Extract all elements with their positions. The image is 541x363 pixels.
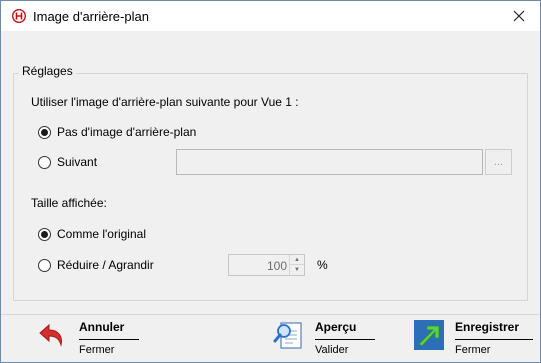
radio-next-background[interactable]: Suivant bbox=[38, 155, 97, 169]
scale-value[interactable]: 100 bbox=[267, 259, 287, 273]
save-title[interactable]: Enregistrer bbox=[455, 320, 519, 334]
save-button[interactable]: Enregistrer Fermer bbox=[413, 319, 538, 359]
preview-subtitle[interactable]: Valider bbox=[315, 344, 348, 356]
spin-up-icon[interactable]: ▲ bbox=[290, 255, 304, 265]
cancel-title[interactable]: Annuler bbox=[79, 320, 124, 334]
preview-document-icon bbox=[273, 319, 305, 351]
radio-size-original-indicator[interactable] bbox=[38, 227, 51, 241]
preview-button[interactable]: Aperçu Valider bbox=[273, 319, 383, 359]
spin-down-icon[interactable]: ▼ bbox=[290, 265, 304, 275]
radio-size-scale-indicator[interactable] bbox=[38, 258, 51, 272]
preview-rule bbox=[315, 339, 375, 340]
radio-size-scale[interactable]: Réduire / Agrandir bbox=[38, 258, 154, 272]
save-subtitle[interactable]: Fermer bbox=[455, 344, 490, 356]
cancel-subtitle[interactable]: Fermer bbox=[79, 344, 114, 356]
cancel-rule bbox=[79, 339, 139, 340]
radio-size-original-label[interactable]: Comme l'original bbox=[57, 227, 146, 241]
background-file-field[interactable] bbox=[176, 149, 483, 175]
radio-size-original[interactable]: Comme l'original bbox=[38, 227, 146, 241]
radio-size-scale-label[interactable]: Réduire / Agrandir bbox=[57, 258, 154, 272]
radio-no-background-label[interactable]: Pas d'image d'arrière-plan bbox=[57, 125, 196, 139]
scale-unit: % bbox=[317, 258, 328, 272]
footer-divider bbox=[1, 314, 540, 315]
cancel-button[interactable]: Annuler Fermer bbox=[37, 319, 147, 359]
background-prompt-label: Utiliser l'image d'arrière-plan suivante… bbox=[31, 95, 299, 109]
close-button[interactable] bbox=[504, 2, 534, 30]
radio-next-background-indicator[interactable] bbox=[38, 155, 51, 169]
radio-no-background-indicator[interactable] bbox=[38, 125, 51, 139]
title-bar: Image d'arrière-plan bbox=[1, 1, 540, 31]
save-arrow-icon bbox=[413, 319, 445, 351]
radio-next-background-label[interactable]: Suivant bbox=[57, 155, 97, 169]
radio-no-background[interactable]: Pas d'image d'arrière-plan bbox=[38, 125, 196, 139]
scale-spin-buttons[interactable]: ▲ ▼ bbox=[289, 255, 304, 275]
browse-button[interactable]: ... bbox=[485, 149, 512, 175]
window-title: Image d'arrière-plan bbox=[33, 9, 149, 24]
settings-group-label: Réglages bbox=[19, 64, 76, 78]
save-rule bbox=[455, 339, 533, 340]
app-logo-icon bbox=[11, 8, 27, 24]
size-label: Taille affichée: bbox=[31, 196, 107, 210]
preview-title[interactable]: Aperçu bbox=[315, 320, 356, 334]
close-icon bbox=[513, 10, 525, 22]
undo-arrow-icon bbox=[37, 319, 69, 351]
scale-stepper[interactable]: 100 ▲ ▼ bbox=[228, 254, 305, 276]
dialog-window: Image d'arrière-plan Réglages Utiliser l… bbox=[0, 0, 541, 363]
